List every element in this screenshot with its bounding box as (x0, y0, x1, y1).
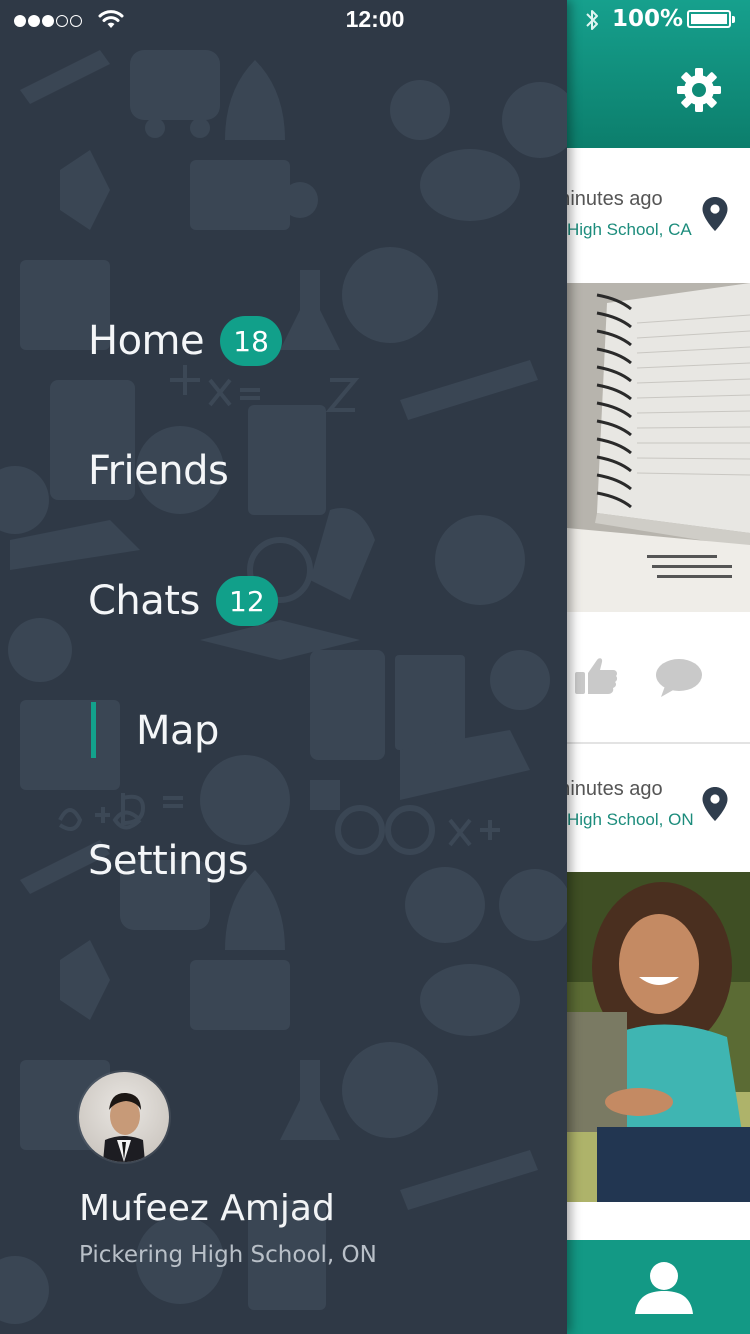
menu-label-chats: Chats (88, 578, 200, 624)
post-photo-student[interactable] (567, 872, 750, 1202)
post-time: 5 minutes ago (567, 778, 663, 800)
menu-item-home[interactable]: Home 18 (88, 306, 283, 376)
status-time: 12:00 (345, 6, 405, 32)
bottom-tab-bar (567, 1240, 750, 1334)
location-pin-icon[interactable] (701, 196, 729, 232)
menu-label-settings: Settings (88, 838, 249, 884)
post-actions (567, 612, 750, 744)
post-meta: 5 minutes ago High School, ON (567, 744, 750, 879)
location-pin-icon[interactable] (701, 786, 729, 822)
menu-item-chats[interactable]: Chats 12 (88, 566, 278, 636)
home-count-badge: 18 (220, 316, 283, 366)
post-location: High School, CA (567, 220, 692, 239)
menu-label-map: Map (136, 708, 219, 754)
chats-count-badge: 12 (215, 576, 278, 626)
avatar[interactable] (79, 1072, 169, 1162)
post-time: 5 minutes ago (567, 188, 663, 210)
post-meta: 5 minutes ago High School, CA (567, 148, 750, 283)
user-profile-icon[interactable] (633, 1260, 695, 1316)
menu-item-friends[interactable]: Friends (88, 436, 229, 506)
menu-item-map[interactable]: Map (136, 696, 219, 766)
post-photo-notebook[interactable] (567, 283, 750, 612)
post-location: High School, ON (567, 810, 694, 829)
user-name: Mufeez Amjad (79, 1188, 335, 1229)
menu-label-friends: Friends (88, 448, 229, 494)
active-menu-indicator (91, 702, 96, 758)
feed-panel: 100% 5 minutes ago High School, CA (567, 0, 750, 1334)
comment-bubble-icon[interactable] (655, 658, 703, 698)
navigation-drawer: Home 18 Friends Chats 12 Map Settings Mu… (0, 0, 567, 1334)
settings-gear-icon[interactable] (675, 66, 723, 114)
menu-item-settings[interactable]: Settings (88, 826, 249, 896)
menu-label-home: Home (88, 318, 205, 364)
user-school: Pickering High School, ON (79, 1242, 377, 1268)
thumbs-up-icon[interactable] (575, 656, 619, 696)
